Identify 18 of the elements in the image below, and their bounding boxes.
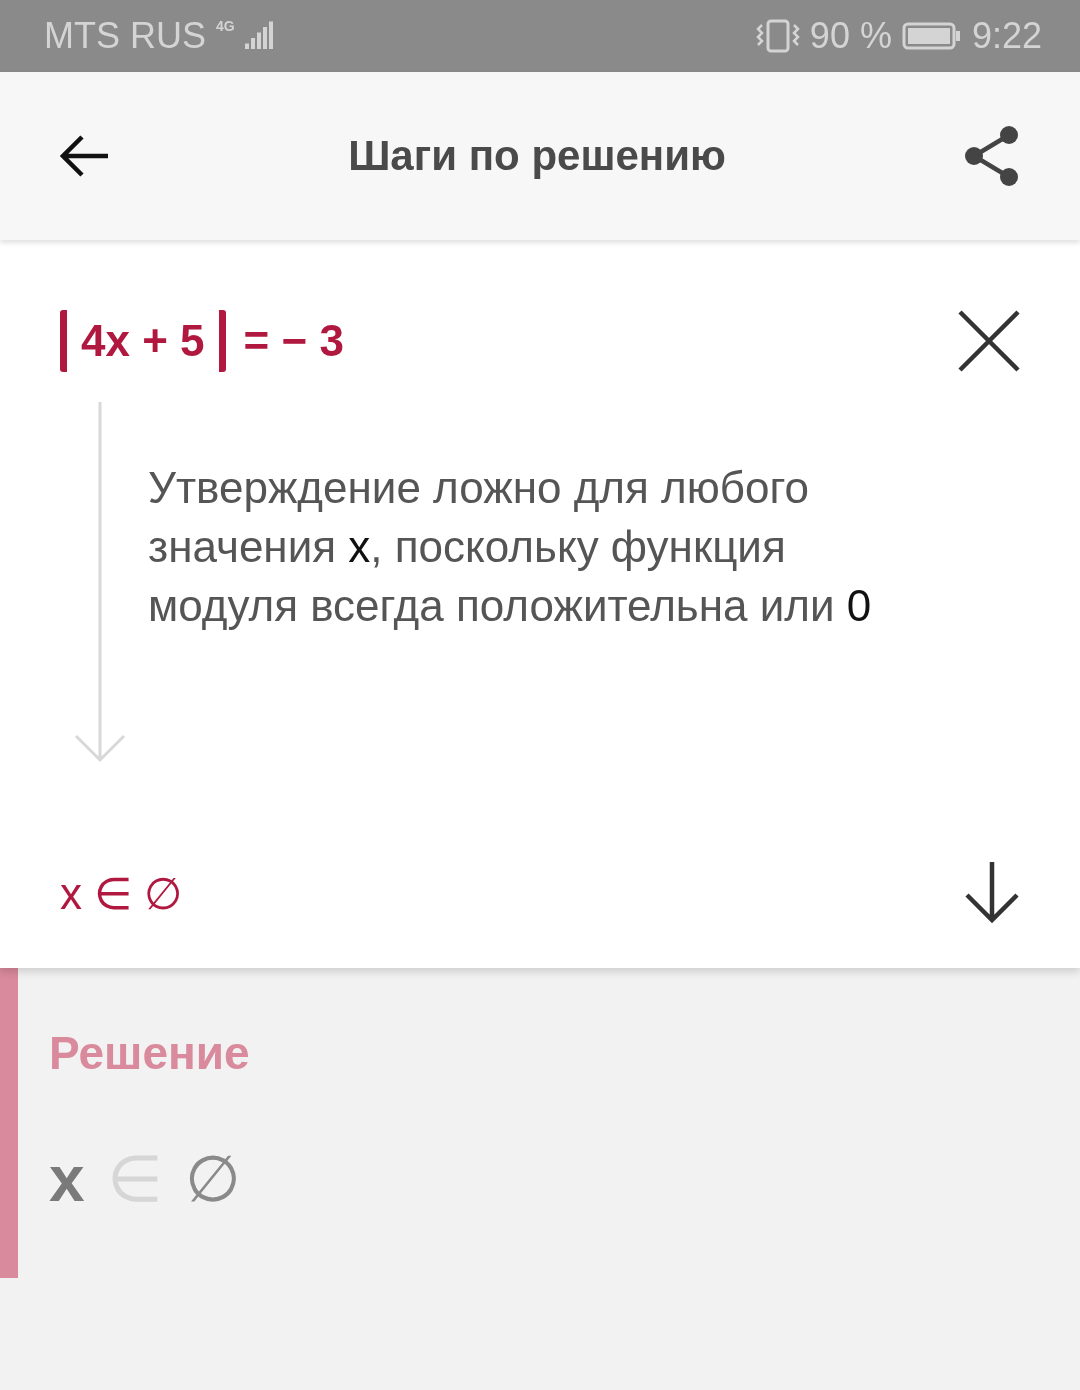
network-type: 4G bbox=[216, 18, 235, 34]
down-arrow-icon[interactable] bbox=[964, 862, 1020, 924]
vibrate-icon bbox=[755, 19, 800, 53]
step-result: x ∈ ∅ bbox=[60, 867, 183, 919]
step-arrow-icon bbox=[73, 402, 127, 764]
battery-icon bbox=[901, 21, 962, 51]
equation: 4x + 5 = − 3 bbox=[60, 310, 344, 372]
share-icon[interactable] bbox=[964, 125, 1020, 187]
solution-title: Решение bbox=[49, 1026, 250, 1080]
clock-time: 9:22 bbox=[971, 15, 1042, 57]
solution-answer: x ∈ ∅ bbox=[49, 1142, 242, 1216]
back-arrow-icon[interactable] bbox=[60, 134, 110, 178]
carrier-name: MTS RUS bbox=[44, 15, 206, 57]
battery-percent: 90 % bbox=[809, 15, 892, 57]
explanation-text: Утверждение ложно для любого значения x, поскольку функция модуля всегда положительна или 0 bbox=[148, 462, 873, 632]
page-title: Шаги по решению bbox=[347, 132, 727, 180]
signal-icon bbox=[244, 21, 275, 51]
close-icon[interactable] bbox=[958, 310, 1020, 372]
